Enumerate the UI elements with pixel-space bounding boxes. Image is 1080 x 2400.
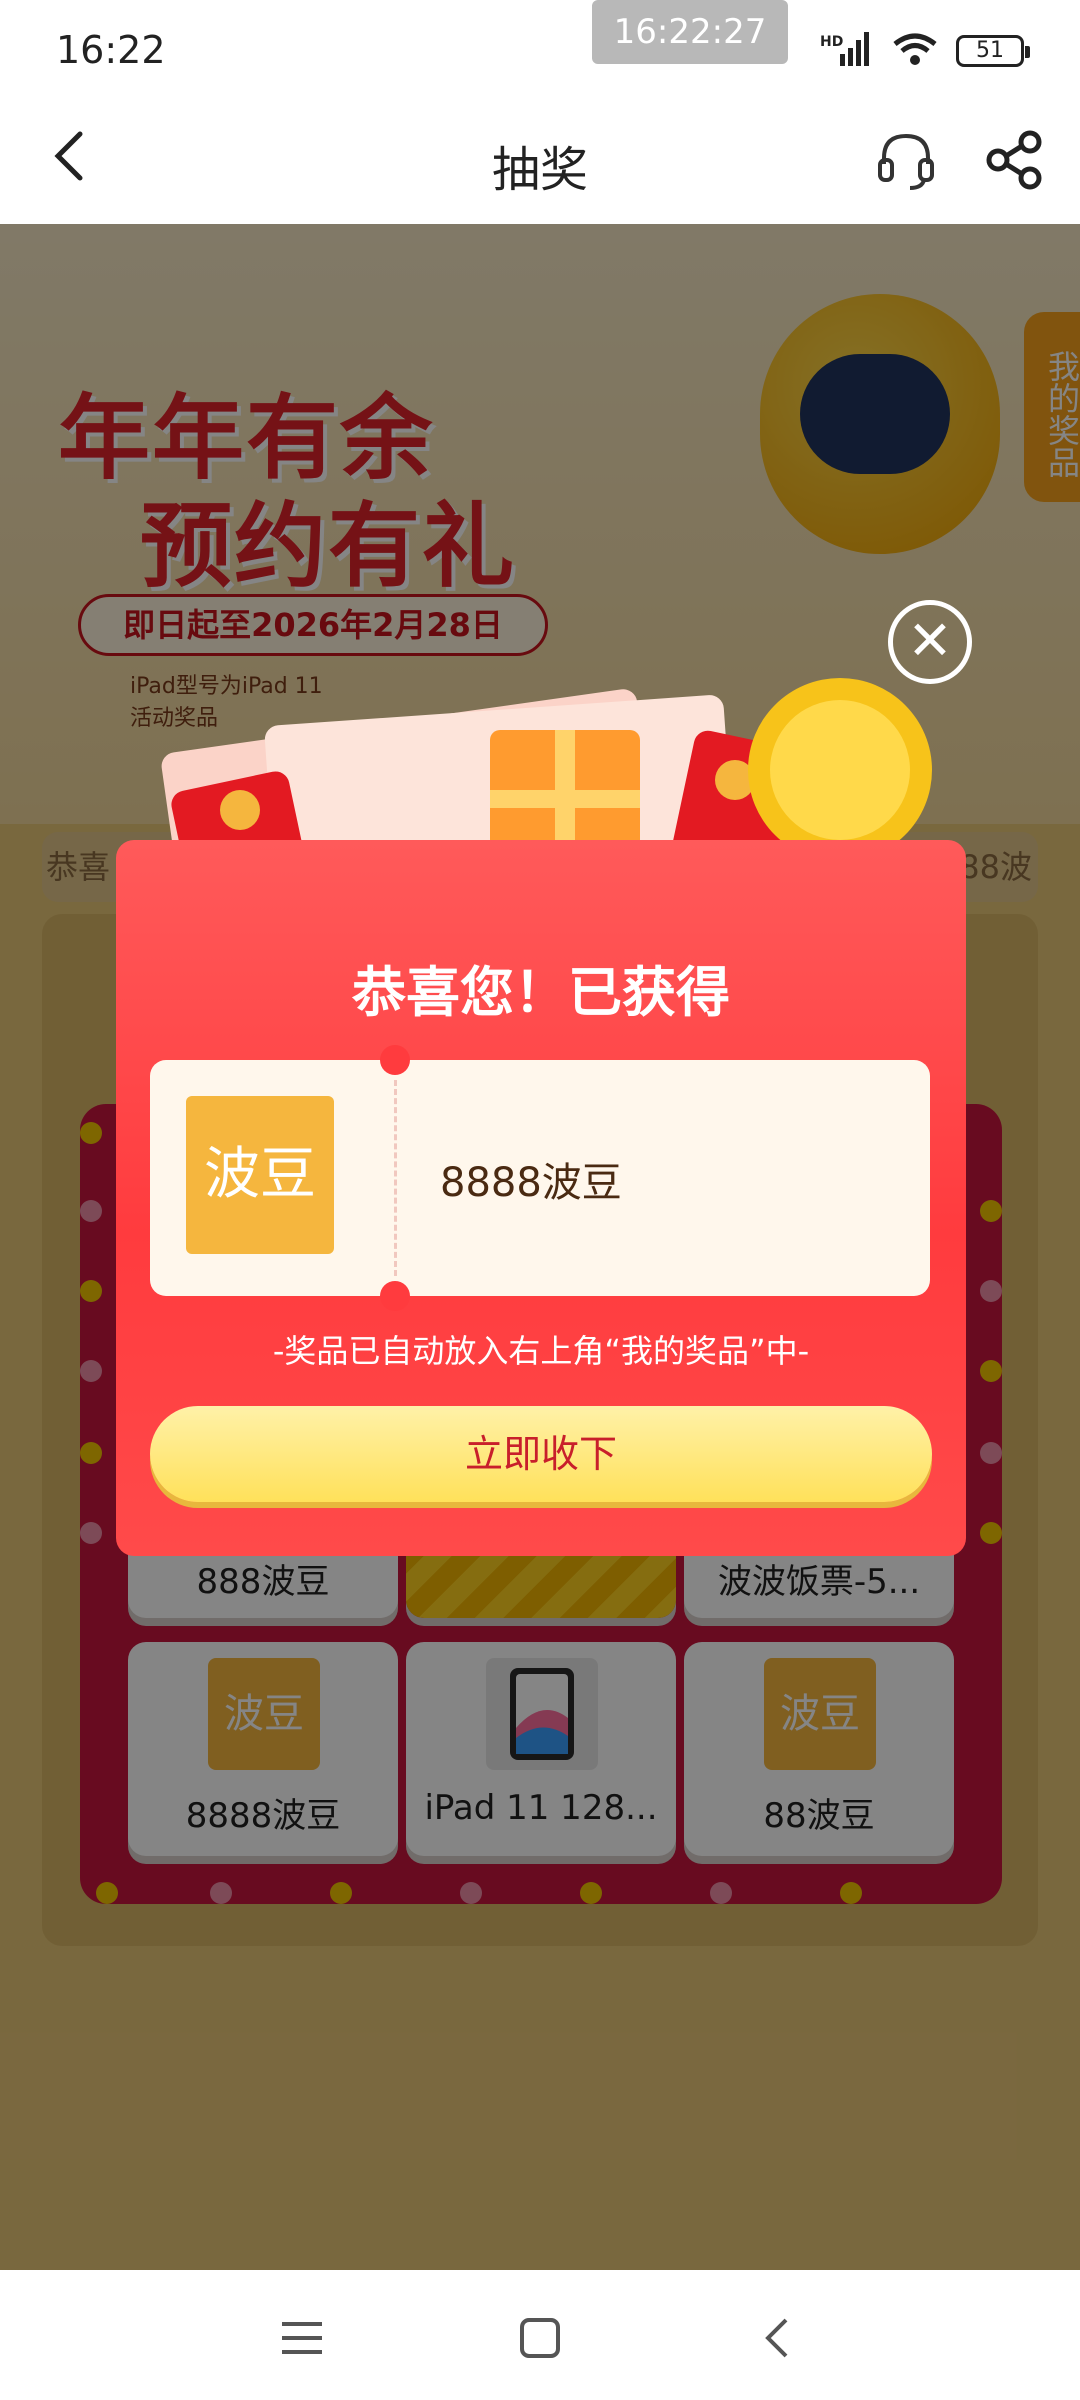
- bodou-icon: 波豆: [186, 1096, 334, 1254]
- customer-service-button[interactable]: [874, 128, 938, 192]
- prize-result-modal: 恭喜您！已获得 波豆 8888波豆 -奖品已自动放入右上角“我的奖品”中- 立即…: [116, 840, 966, 1556]
- home-square-icon: [520, 2318, 560, 2358]
- status-time: 16:22: [56, 28, 166, 72]
- ticket-divider: [394, 1080, 397, 1276]
- share-button[interactable]: [982, 128, 1046, 192]
- prize-hint: -奖品已自动放入右上角“我的奖品”中-: [272, 1332, 810, 1370]
- battery-indicator: 51: [956, 35, 1030, 67]
- status-bar: 16:22 16:22:27 HD 51: [0, 0, 1080, 100]
- back-triangle-icon: [765, 2318, 788, 2358]
- accept-button[interactable]: 立即收下: [150, 1406, 932, 1502]
- ticket-notch: [380, 1045, 410, 1075]
- menu-button[interactable]: [276, 2312, 328, 2364]
- home-button[interactable]: [514, 2312, 566, 2364]
- hd-label: HD: [820, 34, 843, 50]
- signal-icon: HD: [820, 32, 874, 70]
- wifi-icon: [892, 32, 938, 70]
- status-icons: HD 51: [820, 32, 1030, 70]
- prize-ticket: 波豆 8888波豆: [150, 1045, 930, 1311]
- headset-icon: [878, 133, 934, 190]
- system-nav-bar: [0, 2270, 1080, 2400]
- prize-name: 8888波豆: [440, 1160, 622, 1206]
- menu-icon: [282, 2322, 322, 2354]
- status-center-time: 16:22:27: [592, 0, 788, 64]
- share-icon: [986, 130, 1042, 190]
- back-nav-button[interactable]: [752, 2312, 804, 2364]
- top-nav: 抽奖: [0, 100, 1080, 224]
- ticket-notch: [380, 1281, 410, 1311]
- modal-heading: 恭喜您！已获得: [352, 961, 730, 1024]
